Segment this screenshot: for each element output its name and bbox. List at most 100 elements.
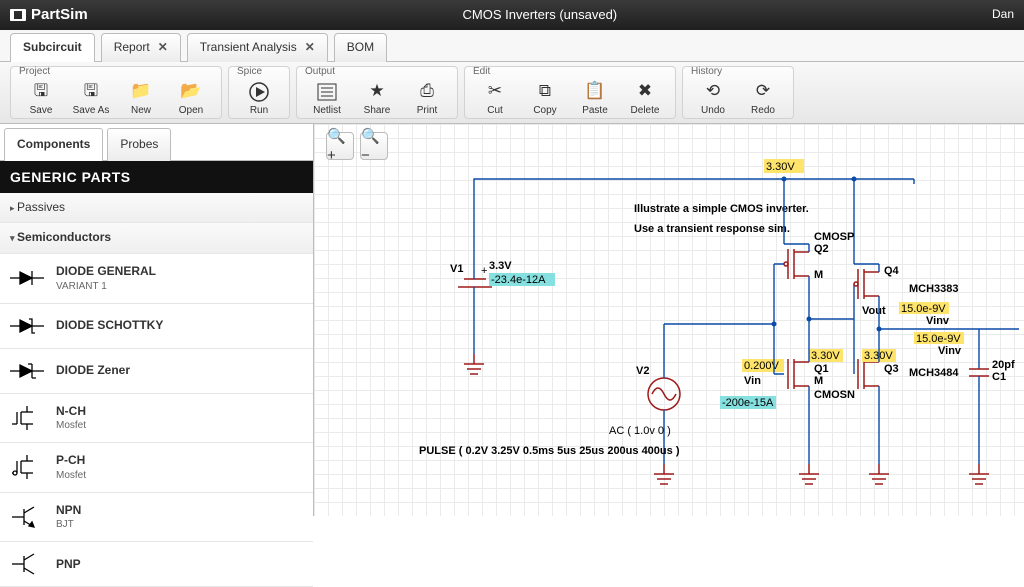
zener-icon <box>10 359 44 383</box>
tab-report[interactable]: Report ✕ <box>101 33 181 62</box>
toolbar-group-edit: Edit ✂ Cut ⧉ Copy 📋 Paste ✖ Delete <box>464 66 676 119</box>
user-name: Dan <box>992 7 1014 23</box>
toolbar-group-history: History ⟲ Undo ⟳ Redo <box>682 66 794 119</box>
toolbar: Project 🖫 Save 🖫 Save As 📁 New 📂 Open Sp… <box>0 62 1024 124</box>
cut-button[interactable]: ✂ Cut <box>471 73 519 119</box>
component-v2[interactable]: V2 AC ( 1.0v 0 ) PULSE ( 0.2V 3.25V 0.5m… <box>419 324 774 464</box>
tab-label: Report <box>114 40 150 56</box>
svg-text:3.3V: 3.3V <box>489 260 512 272</box>
close-icon[interactable]: ✕ <box>305 40 315 56</box>
save-button[interactable]: 🖫 Save <box>17 73 65 119</box>
netlist-button[interactable]: Netlist <box>303 73 351 119</box>
svg-text:CMOSN: CMOSN <box>814 389 855 401</box>
component-q1[interactable]: 3.30V Q1 M CMOSN <box>788 349 855 401</box>
svg-text:Vinv: Vinv <box>926 315 950 327</box>
svg-text:C1: C1 <box>992 371 1006 383</box>
undo-button[interactable]: ⟲ Undo <box>689 73 737 119</box>
part-pch-mosfet[interactable]: P-CH Mosfet <box>0 443 313 493</box>
floppy-plus-icon: 🖫 <box>80 82 102 102</box>
part-diode-zener[interactable]: DIODE Zener <box>0 349 313 394</box>
diode-icon <box>10 266 44 290</box>
open-button[interactable]: 📂 Open <box>167 73 215 119</box>
toolbar-group-output: Output Netlist ★ Share ⎙ Print <box>296 66 458 119</box>
svg-text:Q1: Q1 <box>814 363 829 375</box>
scissors-icon: ✂ <box>484 82 506 102</box>
category-passives[interactable]: Passives <box>0 193 313 224</box>
svg-text:PULSE ( 0.2V 3.25V 0.5ms 5us 2: PULSE ( 0.2V 3.25V 0.5ms 5us 25us 200us … <box>419 445 680 457</box>
tab-bom[interactable]: BOM <box>334 33 387 62</box>
schematic-note-1: Illustrate a simple CMOS inverter. <box>634 203 809 215</box>
undo-arrow-icon: ⟲ <box>702 82 724 102</box>
svg-text:Q2: Q2 <box>814 243 829 255</box>
component-c1[interactable]: 20pf C1 <box>969 329 1015 464</box>
floppy-icon: 🖫 <box>30 82 52 102</box>
save-as-button[interactable]: 🖫 Save As <box>67 73 115 119</box>
title-bar: PartSim CMOS Inverters (unsaved) Dan <box>0 0 1024 30</box>
redo-arrow-icon: ⟳ <box>752 82 774 102</box>
svg-text:15.0e-9V: 15.0e-9V <box>901 303 946 315</box>
group-label: Output <box>303 65 337 78</box>
nmos-icon <box>10 406 44 430</box>
part-npn-bjt[interactable]: NPN BJT <box>0 493 313 543</box>
category-semiconductors[interactable]: Semiconductors <box>0 223 313 254</box>
svg-text:MCH3484: MCH3484 <box>909 367 959 379</box>
svg-text:AC ( 1.0v 0 ): AC ( 1.0v 0 ) <box>609 425 671 437</box>
copy-button[interactable]: ⧉ Copy <box>521 73 569 119</box>
component-q4[interactable]: Q4 MCH3383 <box>854 264 959 299</box>
svg-text:Vout: Vout <box>862 305 886 317</box>
printer-icon: ⎙ <box>416 82 438 102</box>
share-button[interactable]: ★ Share <box>353 73 401 119</box>
parts-header: GENERIC PARTS <box>0 161 313 193</box>
part-diode-general[interactable]: DIODE GENERAL VARIANT 1 <box>0 254 313 304</box>
svg-text:3.30V: 3.30V <box>766 161 795 173</box>
svg-text:V1: V1 <box>450 263 463 275</box>
new-button[interactable]: 📁 New <box>117 73 165 119</box>
svg-text:-23.4e-12A: -23.4e-12A <box>491 274 546 286</box>
part-nch-mosfet[interactable]: N-CH Mosfet <box>0 394 313 444</box>
schematic-svg: Illustrate a simple CMOS inverter. Use a… <box>314 124 1024 516</box>
run-button[interactable]: Run <box>235 73 283 119</box>
group-label: Spice <box>235 65 264 78</box>
schottky-icon <box>10 314 44 338</box>
part-pnp-bjt[interactable]: PNP <box>0 542 313 587</box>
sidebar-tabs: Components Probes <box>0 124 313 161</box>
ground-v1 <box>464 354 484 374</box>
paste-button[interactable]: 📋 Paste <box>571 73 619 119</box>
svg-text:3.30V: 3.30V <box>811 350 840 362</box>
component-q2[interactable]: CMOSP Q2 M <box>784 231 854 281</box>
tab-transient-analysis[interactable]: Transient Analysis ✕ <box>187 33 328 62</box>
delete-button[interactable]: ✖ Delete <box>621 73 669 119</box>
schematic-canvas[interactable]: 🔍+ 🔍− Illustrate a simple CMOS inverter.… <box>314 124 1024 516</box>
svg-text:V2: V2 <box>636 365 649 377</box>
redo-button[interactable]: ⟳ Redo <box>739 73 787 119</box>
pnp-icon <box>10 552 44 576</box>
toolbar-group-spice: Spice Run <box>228 66 290 119</box>
svg-text:15.0e-9V: 15.0e-9V <box>916 333 961 345</box>
main-area: Components Probes GENERIC PARTS Passives… <box>0 124 1024 516</box>
document-title: CMOS Inverters (unsaved) <box>88 7 992 24</box>
group-label: Project <box>17 65 52 78</box>
close-icon[interactable]: ✕ <box>158 40 168 56</box>
play-circle-icon <box>248 82 270 102</box>
svg-text:CMOSP: CMOSP <box>814 231 854 243</box>
svg-text:Vin: Vin <box>744 375 761 387</box>
folder-open-icon: 📂 <box>180 82 202 102</box>
sidebar-tab-components[interactable]: Components <box>4 128 103 161</box>
tab-subcircuit[interactable]: Subcircuit <box>10 33 95 62</box>
print-button[interactable]: ⎙ Print <box>403 73 451 119</box>
group-label: History <box>689 65 724 78</box>
svg-text:-200e-15A: -200e-15A <box>722 397 774 409</box>
sidebar-tab-probes[interactable]: Probes <box>107 128 171 161</box>
svg-text:Q4: Q4 <box>884 265 900 277</box>
part-diode-schottky[interactable]: DIODE SCHOTTKY <box>0 304 313 349</box>
sidebar: Components Probes GENERIC PARTS Passives… <box>0 124 314 516</box>
app-name: PartSim <box>31 5 88 25</box>
schematic-note-2: Use a transient response sim. <box>634 223 790 235</box>
svg-text:20pf: 20pf <box>992 359 1015 371</box>
svg-text:M: M <box>814 269 823 281</box>
component-v1[interactable]: V1 3.3V -23.4e-12A + <box>450 260 555 354</box>
group-label: Edit <box>471 65 492 78</box>
delete-icon: ✖ <box>634 82 656 102</box>
document-tabs: Subcircuit Report ✕ Transient Analysis ✕… <box>0 30 1024 62</box>
ground-v2 <box>654 464 674 484</box>
